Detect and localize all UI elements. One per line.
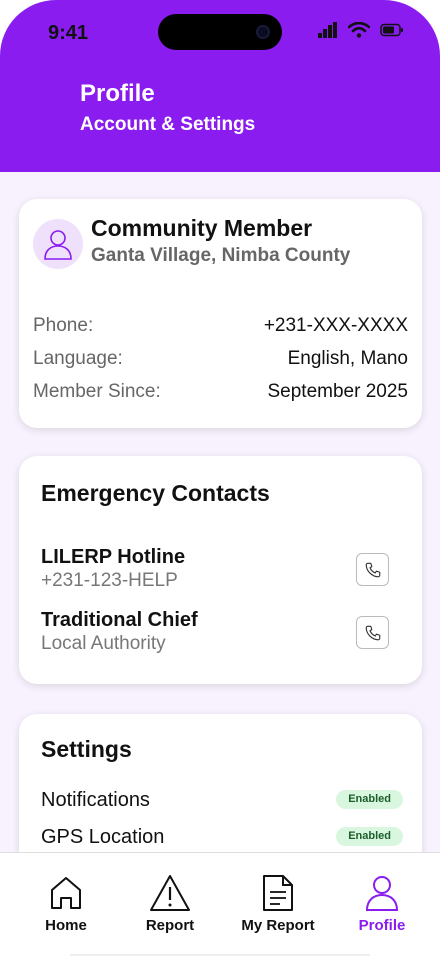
contact-detail: +231-123-HELP <box>41 570 178 591</box>
avatar <box>33 219 83 269</box>
emergency-contacts-card: Emergency Contacts LILERP Hotline +231-1… <box>19 456 422 684</box>
contact-name: LILERP Hotline <box>41 546 186 568</box>
phone-row: Phone: +231-XXX-XXXX <box>33 315 408 341</box>
gps-location-label: GPS Location <box>41 826 165 848</box>
member-since-label: Member Since: <box>33 381 161 402</box>
bottom-nav: Home Report My Report Profile <box>0 852 440 956</box>
dynamic-island <box>158 14 282 50</box>
call-hotline-button[interactable] <box>356 553 389 586</box>
language-value: English, Mano <box>287 348 408 369</box>
profile-card: Community Member Ganta Village, Nimba Co… <box>19 199 422 428</box>
home-icon <box>51 877 81 909</box>
phone-icon <box>365 625 380 640</box>
profile-header: 9:41 Profile Account & Settings <box>0 0 440 172</box>
nav-home[interactable]: Home <box>16 873 116 934</box>
user-icon <box>365 876 399 911</box>
user-icon <box>44 230 72 260</box>
nav-my-report[interactable]: My Report <box>228 873 328 934</box>
phone-value: +231-XXX-XXXX <box>263 315 408 336</box>
emergency-title: Emergency Contacts <box>41 480 270 506</box>
member-since-row: Member Since: September 2025 <box>33 381 408 407</box>
nav-profile-label: Profile <box>358 917 406 934</box>
contact-name: Traditional Chief <box>41 609 198 631</box>
page-title: Profile <box>80 80 155 107</box>
gps-status-badge[interactable]: Enabled <box>336 827 403 846</box>
document-icon <box>263 875 293 911</box>
settings-title: Settings <box>41 736 132 762</box>
nav-report[interactable]: Report <box>120 873 220 934</box>
member-location: Ganta Village, Nimba County <box>91 245 351 266</box>
nav-profile[interactable]: Profile <box>332 873 432 934</box>
phone-icon <box>365 562 380 577</box>
notifications-label: Notifications <box>41 789 150 811</box>
notifications-status-badge[interactable]: Enabled <box>336 790 403 809</box>
nav-home-label: Home <box>45 917 87 934</box>
camera-icon <box>256 25 270 39</box>
signal-icon <box>318 22 337 38</box>
phone-label: Phone: <box>33 315 94 336</box>
member-name: Community Member <box>91 215 313 241</box>
page-subtitle: Account & Settings <box>80 114 256 135</box>
call-chief-button[interactable] <box>356 616 389 649</box>
status-time: 9:41 <box>48 22 89 44</box>
battery-icon <box>380 23 403 37</box>
contact-detail: Local Authority <box>41 633 166 654</box>
nav-report-label: Report <box>145 917 195 934</box>
nav-my-report-label: My Report <box>241 917 315 934</box>
phone-screen: 9:41 Profile Account & Settings Communit… <box>0 0 440 956</box>
language-row: Language: English, Mano <box>33 348 408 374</box>
language-label: Language: <box>33 348 123 369</box>
wifi-icon <box>348 22 370 38</box>
member-since-value: September 2025 <box>267 381 409 402</box>
status-icons <box>318 22 404 38</box>
warning-icon <box>150 875 190 911</box>
